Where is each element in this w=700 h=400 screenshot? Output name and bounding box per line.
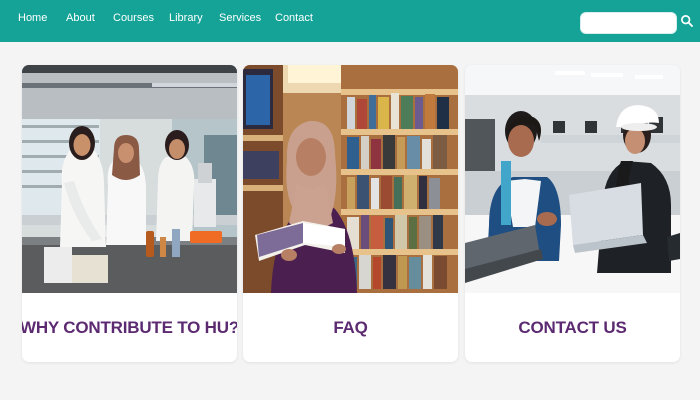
students-laptop-photo bbox=[465, 65, 680, 293]
library-reading-photo bbox=[243, 65, 458, 293]
nav-link-home[interactable]: Home bbox=[18, 12, 47, 25]
nav-link-about[interactable]: About bbox=[66, 12, 95, 25]
card-why-contribute[interactable]: WHY CONTRIBUTE TO HU? bbox=[22, 65, 237, 362]
nav-link-services[interactable]: Services bbox=[219, 12, 261, 25]
nav-link-library[interactable]: Library bbox=[169, 12, 203, 25]
search-input[interactable] bbox=[580, 12, 677, 34]
search-icon[interactable] bbox=[680, 14, 694, 28]
top-navbar: Home About Courses Library Services Cont… bbox=[0, 0, 700, 42]
card-title[interactable]: CONTACT US bbox=[465, 293, 680, 362]
card-faq[interactable]: FAQ bbox=[243, 65, 458, 362]
card-title[interactable]: WHY CONTRIBUTE TO HU? bbox=[22, 293, 237, 362]
card-contact-us[interactable]: CONTACT US bbox=[465, 65, 680, 362]
lab-students-photo bbox=[22, 65, 237, 293]
nav-link-contact[interactable]: Contact bbox=[275, 12, 313, 25]
card-title[interactable]: FAQ bbox=[243, 293, 458, 362]
nav-link-courses[interactable]: Courses bbox=[113, 12, 154, 25]
